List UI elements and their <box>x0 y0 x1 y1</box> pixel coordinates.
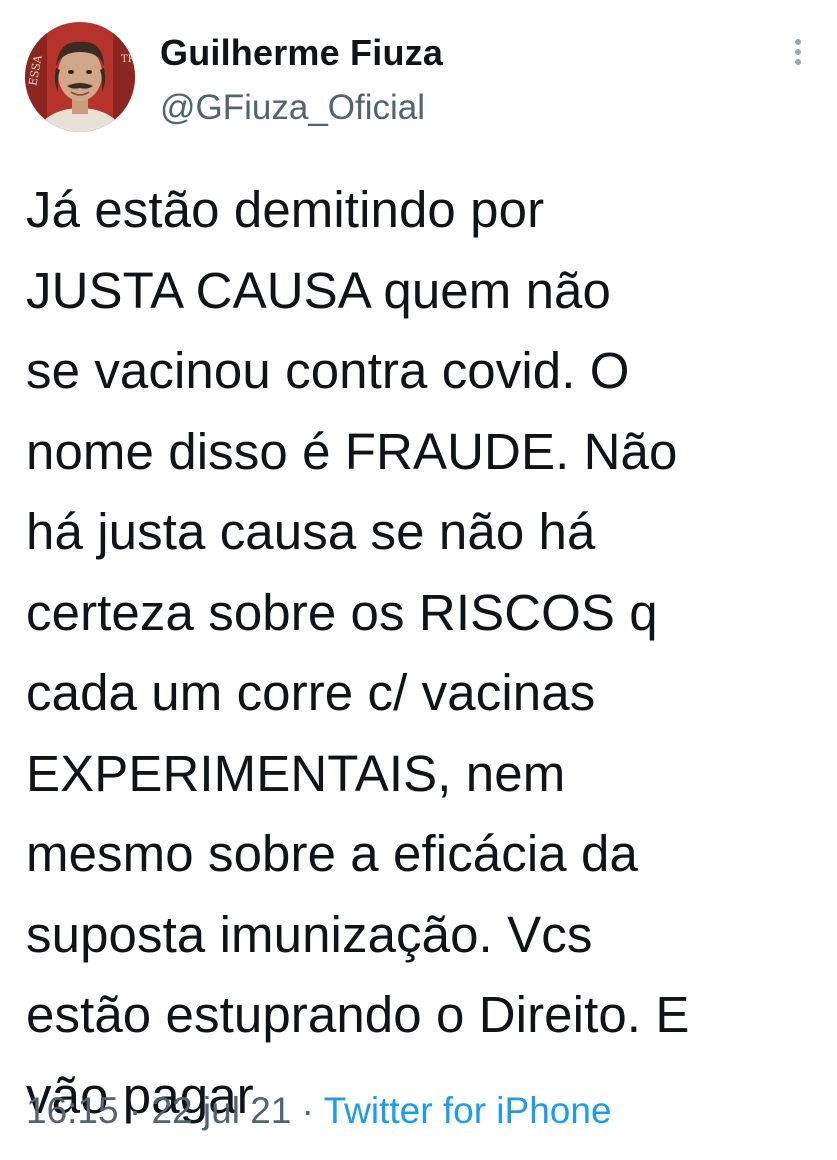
more-vertical-icon[interactable] <box>780 30 816 74</box>
tweet-date[interactable]: 22 jul 21 <box>151 1090 291 1131</box>
tweet-card: ESSA TR Guilherme Fiuza @GFiuza_Oficial … <box>0 0 837 1160</box>
meta-separator: · <box>128 1090 142 1131</box>
tweet-time[interactable]: 16:15 <box>26 1090 119 1131</box>
meta-separator: · <box>301 1090 314 1131</box>
author-name[interactable]: Guilherme Fiuza <box>160 32 443 74</box>
avatar-photo-icon: ESSA TR <box>25 22 135 132</box>
tweet-source-link[interactable]: Twitter for iPhone <box>324 1090 612 1131</box>
tweet-meta: 16:15 · 22 jul 21 · Twitter for iPhone <box>26 1090 612 1132</box>
author-avatar[interactable]: ESSA TR <box>25 22 135 132</box>
svg-text:TR: TR <box>121 54 135 65</box>
tweet-text: Já estão demitindo por JUSTA CAUSA quem … <box>26 181 690 1124</box>
author-handle[interactable]: @GFiuza_Oficial <box>160 88 425 128</box>
